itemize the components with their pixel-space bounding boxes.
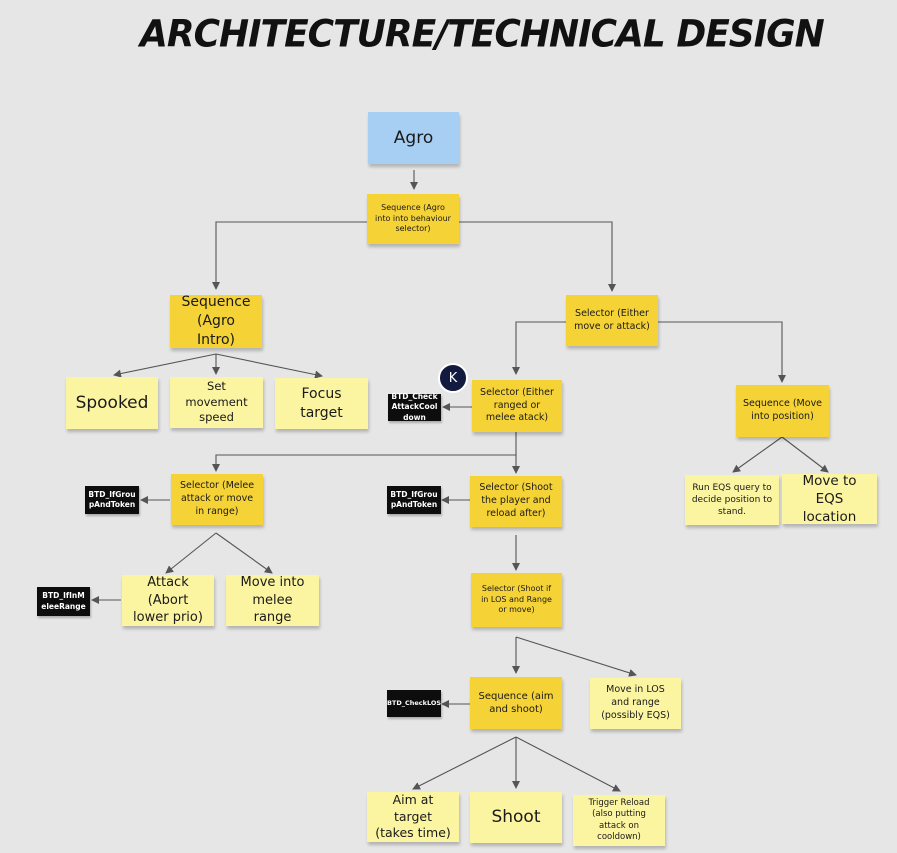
sticky-run-eqs-query[interactable]: Run EQS query to decide position to stan… <box>685 475 779 525</box>
sticky-focus-target[interactable]: Focus target <box>275 378 368 429</box>
sticky-aim-at-target[interactable]: Aim at target (takes time) <box>367 792 459 842</box>
tag-btd-check-los[interactable]: BTD_CheckLOS <box>387 690 441 717</box>
sticky-selector-shoot-if-in-los[interactable]: Selector (Shoot if in LOS and Range or m… <box>471 573 562 627</box>
sticky-sequence-agro[interactable]: Sequence (Agro into into behaviour selec… <box>367 194 459 244</box>
sticky-selector-ranged-or-melee[interactable]: Selector (Either ranged or melee atack) <box>472 380 562 432</box>
sticky-trigger-reload[interactable]: Trigger Reload (also putting attack on c… <box>573 795 665 846</box>
sticky-spooked[interactable]: Spooked <box>66 377 158 429</box>
sticky-selector-move-or-attack[interactable]: Selector (Either move or attack) <box>566 295 658 346</box>
tag-btd-if-in-melee-range[interactable]: BTD_IfInMeleeRange <box>37 587 90 616</box>
sticky-agro[interactable]: Agro <box>368 112 459 164</box>
sticky-shoot[interactable]: Shoot <box>470 792 562 843</box>
sticky-attack-abort-lower-prio[interactable]: Attack (Abort lower prio) <box>122 575 214 626</box>
sticky-move-to-eqs-location[interactable]: Move to EQS location <box>782 473 877 525</box>
connector-ranged-melee-to-melee-selector <box>212 432 517 472</box>
connector-agro-intro-to-spooked <box>113 353 217 378</box>
sticky-sequence-aim-and-shoot[interactable]: Sequence (aim and shoot) <box>470 677 562 729</box>
sticky-move-in-los-and-range[interactable]: Move in LOS and range (possibly EQS) <box>590 678 681 729</box>
connector-melee-selector-to-attack <box>165 532 217 574</box>
connector-move-position-to-run-eqs <box>732 436 783 473</box>
connector-aim-shoot-to-reload <box>515 736 621 792</box>
sticky-sequence-move-into-position[interactable]: Sequence (Move into position) <box>736 385 829 437</box>
connector-aim-shoot-to-aim-target <box>412 736 517 790</box>
whiteboard-canvas: ARCHITECTURE/TECHNICAL DESIGN Agro Seque… <box>0 0 897 853</box>
sticky-set-movement-speed[interactable]: Set movement speed <box>170 377 263 428</box>
tag-btd-if-group-and-token-ranged[interactable]: BTD_IfGroupAndToken <box>387 486 441 514</box>
connector-los-selector-to-move-los <box>515 636 637 677</box>
connector-melee-selector-to-move-melee <box>215 532 273 574</box>
connector-agro-intro-to-focus <box>215 353 323 379</box>
sticky-sequence-agro-intro[interactable]: Sequence (Agro Intro) <box>170 294 262 348</box>
connector-selector-to-move-position <box>658 321 786 383</box>
connector-sequence-to-agro-intro <box>212 221 367 290</box>
connector-selector-to-ranged-melee <box>512 321 566 375</box>
sticky-move-into-melee-range[interactable]: Move into melee range <box>226 575 319 626</box>
tag-btd-if-group-and-token-melee[interactable]: BTD_IfGroupAndToken <box>85 486 139 514</box>
connector-move-position-to-move-eqs <box>781 436 829 473</box>
sticky-selector-melee[interactable]: Selector (Melee attack or move in range) <box>171 474 263 525</box>
tag-btd-check-attack-cooldown[interactable]: BTD_CheckAttackCooldown <box>388 392 441 422</box>
user-avatar[interactable]: K <box>438 363 468 393</box>
connector-sequence-to-selector-move-attack <box>459 221 616 292</box>
sticky-selector-shoot-and-reload[interactable]: Selector (Shoot the player and reload af… <box>470 476 562 527</box>
